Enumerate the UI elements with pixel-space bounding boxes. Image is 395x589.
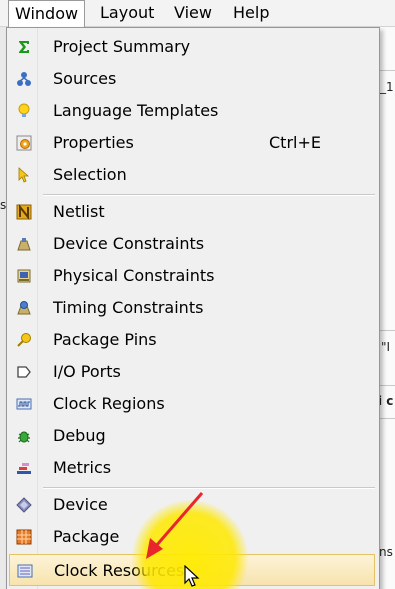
menu-item-label: Project Summary xyxy=(53,37,191,56)
menu-item-label: Physical Constraints xyxy=(53,266,215,285)
menu-item-label: Device xyxy=(53,495,108,514)
background-text-fragment: ns xyxy=(379,545,393,559)
background-divider xyxy=(378,70,395,71)
menu-window[interactable]: Window xyxy=(8,0,86,27)
menu-item-label: Timing Constraints xyxy=(53,298,204,317)
menu-item-label: Clock Regions xyxy=(53,394,165,413)
selection-cursor-icon xyxy=(18,167,30,183)
menu-item-package-pins[interactable]: Package Pins xyxy=(9,324,375,356)
menu-layout[interactable]: Layout xyxy=(94,0,160,25)
sources-icon xyxy=(17,72,31,86)
menu-help[interactable]: Help xyxy=(227,0,275,25)
properties-icon xyxy=(16,135,32,151)
menu-item-label: I/O Ports xyxy=(53,362,121,381)
timing-constraints-icon xyxy=(17,301,31,315)
menu-item-label: Properties xyxy=(53,133,134,152)
menu-item-properties[interactable]: Properties Ctrl+E xyxy=(9,127,375,159)
menu-item-metrics[interactable]: Metrics xyxy=(9,452,375,484)
menu-item-debug[interactable]: Debug xyxy=(9,420,375,452)
menu-item-label: Selection xyxy=(53,165,127,184)
screen: _1 s "I i c ns Window Layout View Help P… xyxy=(0,0,395,589)
menu-item-io-ports[interactable]: I/O Ports xyxy=(9,356,375,388)
io-ports-icon xyxy=(17,366,31,378)
menu-item-clock-regions[interactable]: Clock Regions xyxy=(9,388,375,420)
background-text-fragment: _1 xyxy=(380,80,394,94)
menu-item-physical-constraints[interactable]: Physical Constraints xyxy=(9,260,375,292)
menu-item-label: Debug xyxy=(53,426,106,445)
menu-bar: Window Layout View Help xyxy=(0,0,395,27)
background-divider xyxy=(378,330,395,331)
metrics-icon xyxy=(17,463,31,474)
physical-constraints-icon xyxy=(17,269,31,283)
menu-item-label: Sources xyxy=(53,69,117,88)
mouse-pointer-icon xyxy=(184,565,200,587)
menu-item-label: Metrics xyxy=(53,458,112,477)
menu-item-label: Language Templates xyxy=(53,101,219,120)
menu-separator xyxy=(43,194,375,196)
menu-item-netlist[interactable]: Netlist xyxy=(9,196,375,228)
menu-item-timing-constraints[interactable]: Timing Constraints xyxy=(9,292,375,324)
lightbulb-icon xyxy=(18,103,30,117)
menu-item-language-templates[interactable]: Language Templates xyxy=(9,95,375,127)
menu-item-project-summary[interactable]: Project Summary xyxy=(9,31,375,63)
sigma-icon xyxy=(19,41,29,53)
menu-item-selection[interactable]: Selection xyxy=(9,159,375,191)
clock-regions-icon xyxy=(16,398,32,410)
menu-item-sources[interactable]: Sources xyxy=(9,63,375,95)
background-divider xyxy=(378,385,395,386)
package-pins-icon xyxy=(17,333,31,347)
background-divider xyxy=(378,418,395,419)
menu-item-shortcut: Ctrl+E xyxy=(269,133,321,152)
menu-item-device-constraints[interactable]: Device Constraints xyxy=(9,228,375,260)
menu-separator xyxy=(43,487,375,489)
menu-item-label: Package Pins xyxy=(53,330,157,349)
background-right-panel xyxy=(378,26,395,589)
menu-view[interactable]: View xyxy=(168,0,218,25)
menu-item-label: Package xyxy=(53,527,120,546)
netlist-icon xyxy=(16,204,32,220)
menu-item-label: Device Constraints xyxy=(53,234,205,253)
device-icon xyxy=(16,497,32,513)
background-text-fragment: "I xyxy=(381,340,391,354)
device-constraints-icon xyxy=(17,238,31,251)
debug-bug-icon xyxy=(18,431,30,443)
menu-item-label: Netlist xyxy=(53,202,105,221)
package-icon xyxy=(16,529,32,545)
background-text-fragment: i c xyxy=(378,394,394,408)
clock-resources-icon xyxy=(17,564,33,578)
